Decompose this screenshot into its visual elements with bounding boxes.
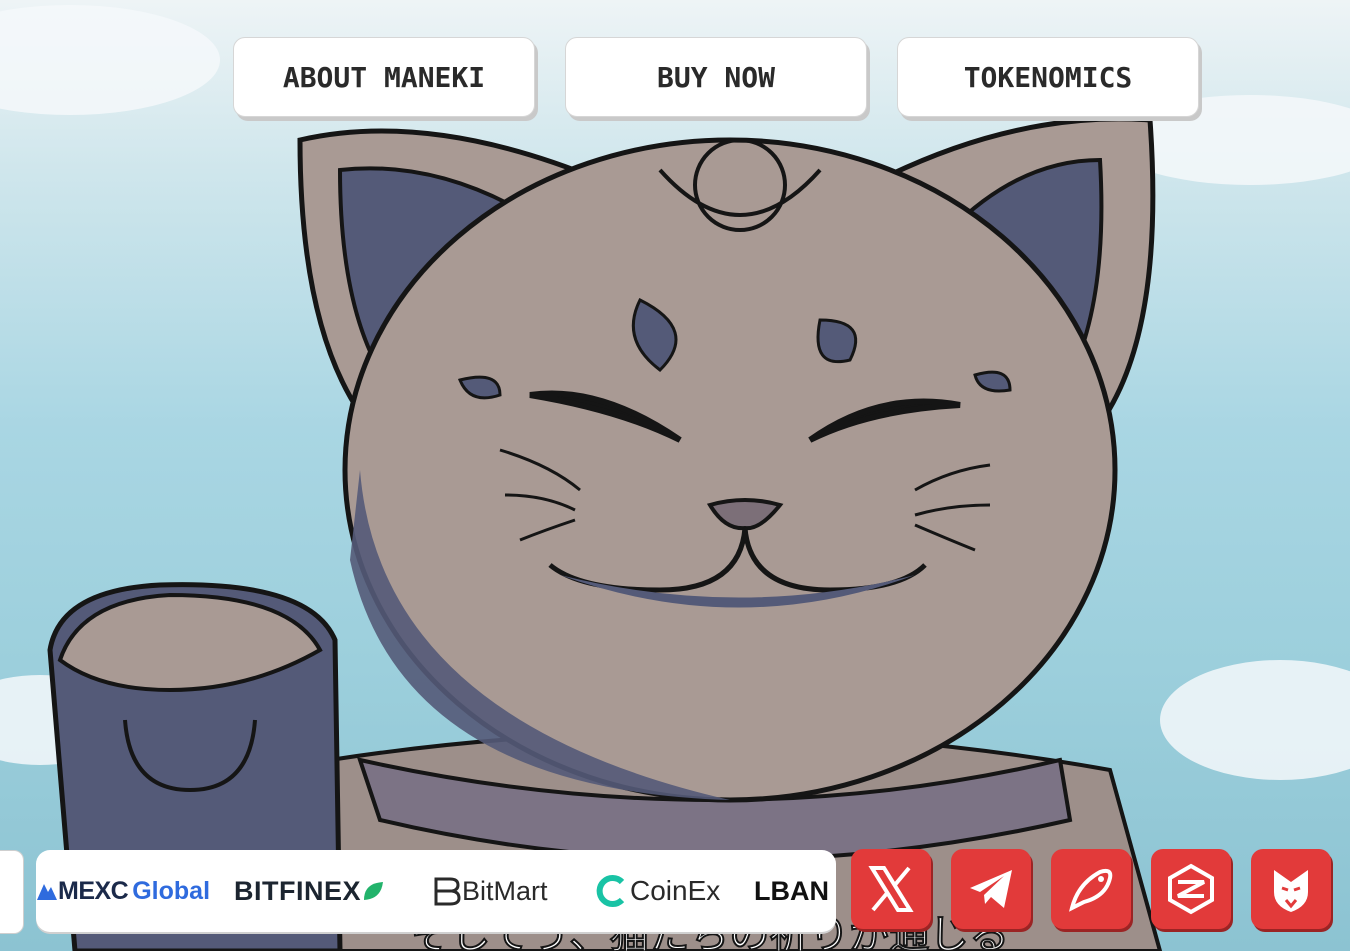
tokenomics-button[interactable]: TOKENOMICS (897, 37, 1199, 117)
eagle-icon (1274, 870, 1308, 912)
about-maneki-button[interactable]: ABOUT MANEKI (233, 37, 535, 117)
exchange-logos-strip: MEXC Global BITFINEX BitMart CoinEx LBAN (36, 850, 836, 932)
x-icon (868, 866, 914, 912)
exchange-strip-previous-card (0, 850, 24, 934)
coinex-c-icon (596, 875, 625, 907)
bitfinex-leaf-icon (364, 882, 384, 900)
mexc-global-text: Global (132, 876, 211, 905)
buy-now-button[interactable]: BUY NOW (565, 37, 867, 117)
dextools-icon (1168, 863, 1214, 915)
mexc-logo-text: MEXC (58, 876, 129, 905)
dextools-social-button[interactable] (1151, 849, 1231, 929)
maneki-cat-hero-image: そしてう、猫たちの祈りが通じる (0, 5, 1350, 951)
bitmart-b-icon (434, 877, 461, 906)
birdeye-icon (1069, 868, 1113, 912)
bitfinex-logo[interactable]: BITFINEX (234, 850, 385, 932)
telegram-social-button[interactable] (951, 849, 1031, 929)
bitmart-logo-text: BitMart (462, 875, 548, 906)
coinex-logo[interactable]: CoinEx (594, 850, 720, 932)
birdeye-social-button[interactable] (1051, 849, 1131, 929)
telegram-icon (970, 870, 1012, 908)
mexc-mountain-icon (37, 884, 57, 900)
bitmart-logo[interactable]: BitMart (432, 850, 548, 932)
coinex-logo-text: CoinEx (630, 875, 721, 906)
mexc-logo[interactable]: MEXC Global (36, 850, 210, 932)
eagle-social-button[interactable] (1251, 849, 1331, 929)
lbank-logo-text: LBAN (754, 875, 829, 906)
x-social-button[interactable] (851, 849, 931, 929)
lbank-logo[interactable]: LBAN (754, 850, 829, 932)
bitfinex-logo-text: BITFINEX (234, 875, 362, 906)
